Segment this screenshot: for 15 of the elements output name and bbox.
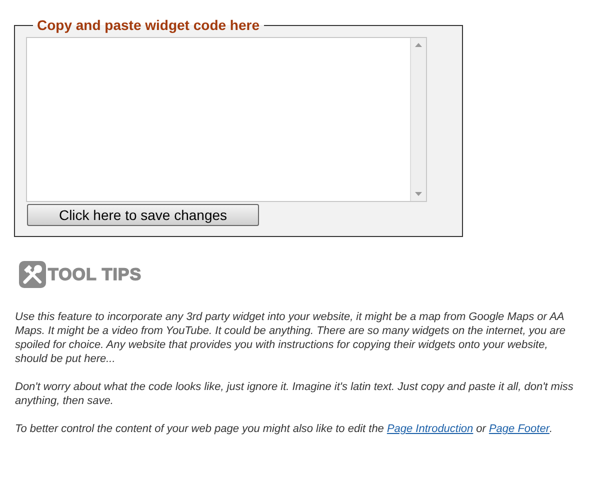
save-button[interactable]: Click here to save changes bbox=[27, 204, 259, 226]
tip-paragraph: Use this feature to incorporate any 3rd party widget into your website, it might be a map from Google Maps or AA Maps. It might be a video from YouTube. It could be anything. There are so many widgets on the internet, you are spoiled for choice. Any website that provides you with instructions for copying their widgets onto your website, should be put here... bbox=[15, 310, 567, 366]
scroll-up-icon[interactable] bbox=[415, 43, 422, 47]
tool-tips-heading: TOOL TIPS bbox=[48, 264, 142, 286]
tools-icon bbox=[19, 261, 46, 288]
panel-legend: Copy and paste widget code here bbox=[33, 17, 264, 33]
scrollbar[interactable] bbox=[410, 38, 426, 201]
tip-paragraph: Don't worry about what the code looks like, just ignore it. Imagine it's latin text. Just copy and paste it all, don't miss anything, then save. bbox=[15, 380, 574, 408]
scroll-down-icon[interactable] bbox=[415, 192, 422, 196]
tip-text: or bbox=[476, 422, 486, 436]
tip-paragraph: To better control the content of your web page you might also like to edit the bbox=[15, 422, 384, 436]
code-field[interactable] bbox=[26, 37, 427, 202]
page-link[interactable]: Page Introduction bbox=[386, 422, 474, 436]
tip-text: . bbox=[550, 422, 553, 436]
page-link[interactable]: Page Footer bbox=[488, 422, 550, 436]
